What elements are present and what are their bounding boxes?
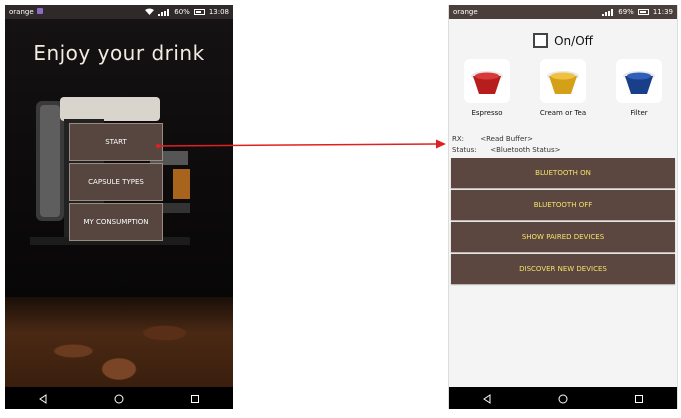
- battery-percent: 69%: [618, 8, 634, 16]
- home-icon[interactable]: [114, 389, 124, 408]
- bluetooth-off-button[interactable]: BLUETOOTH OFF: [451, 190, 675, 220]
- home-icon[interactable]: [558, 389, 568, 408]
- capsule-selector: Espresso Cream or Tea Filter: [449, 59, 677, 117]
- main-menu: START CAPSULE TYPES MY CONSUMPTION: [69, 123, 163, 243]
- wifi-icon: [145, 8, 155, 17]
- battery-icon: [637, 9, 649, 15]
- start-button[interactable]: START: [69, 123, 163, 161]
- my-consumption-button[interactable]: MY CONSUMPTION: [69, 203, 163, 241]
- cream-capsule-image[interactable]: [540, 59, 586, 103]
- recent-apps-icon[interactable]: [190, 389, 200, 408]
- on-off-label: On/Off: [554, 33, 593, 48]
- status-bar: orange 60% 13:08: [5, 5, 233, 19]
- carrier-label: orange: [453, 8, 478, 16]
- status-label: Status:: [452, 146, 477, 154]
- bluetooth-controls: BLUETOOTH ON BLUETOOTH OFF SHOW PAIRED D…: [451, 158, 675, 286]
- hero-background: Enjoy your drink START CAPSULE TYPES MY …: [5, 19, 233, 387]
- capsule-espresso[interactable]: Espresso: [458, 59, 516, 117]
- discover-new-devices-button[interactable]: DISCOVER NEW DEVICES: [451, 254, 675, 284]
- capsule-types-button[interactable]: CAPSULE TYPES: [69, 163, 163, 201]
- clock: 11:39: [652, 8, 673, 16]
- clock: 13:08: [208, 8, 229, 16]
- coffee-beans-image: [5, 297, 233, 387]
- power-toggle[interactable]: On/Off: [449, 33, 677, 48]
- battery-icon: [193, 9, 205, 15]
- notification-icon: [36, 8, 43, 14]
- capsule-label: Cream or Tea: [539, 109, 587, 117]
- status-value: <Bluetooth Status>: [490, 146, 561, 154]
- capsule-label: Espresso: [471, 109, 503, 117]
- espresso-capsule-image[interactable]: [464, 59, 510, 103]
- back-icon[interactable]: [38, 389, 48, 408]
- rx-row: RX: <Read Buffer>: [452, 135, 533, 143]
- status-row: Status: <Bluetooth Status>: [452, 146, 560, 154]
- signal-icon: [602, 8, 614, 16]
- navigation-bar: [449, 387, 677, 409]
- rx-value: <Read Buffer>: [480, 135, 534, 143]
- show-paired-devices-button[interactable]: SHOW PAIRED DEVICES: [451, 222, 675, 252]
- recent-apps-icon[interactable]: [634, 389, 644, 408]
- capsule-filter[interactable]: Filter: [610, 59, 668, 117]
- page-title: Enjoy your drink: [33, 41, 205, 65]
- status-bar: orange 69% 11:39: [449, 5, 677, 19]
- battery-percent: 60%: [174, 8, 190, 16]
- filter-capsule-image[interactable]: [616, 59, 662, 103]
- navigation-bar: [5, 387, 233, 409]
- on-off-checkbox[interactable]: [533, 33, 549, 48]
- capsule-label: Filter: [630, 109, 648, 117]
- right-phone-screen: orange 69% 11:39 On/Off Espresso Cream o…: [448, 5, 678, 409]
- carrier-label: orange: [9, 8, 34, 16]
- left-phone-screen: orange 60% 13:08 Enjoy your drink START …: [5, 5, 233, 409]
- capsule-cream-or-tea[interactable]: Cream or Tea: [534, 59, 592, 117]
- bluetooth-on-button[interactable]: BLUETOOTH ON: [451, 158, 675, 188]
- back-icon[interactable]: [482, 389, 492, 408]
- rx-label: RX:: [452, 135, 465, 143]
- signal-icon: [158, 8, 170, 16]
